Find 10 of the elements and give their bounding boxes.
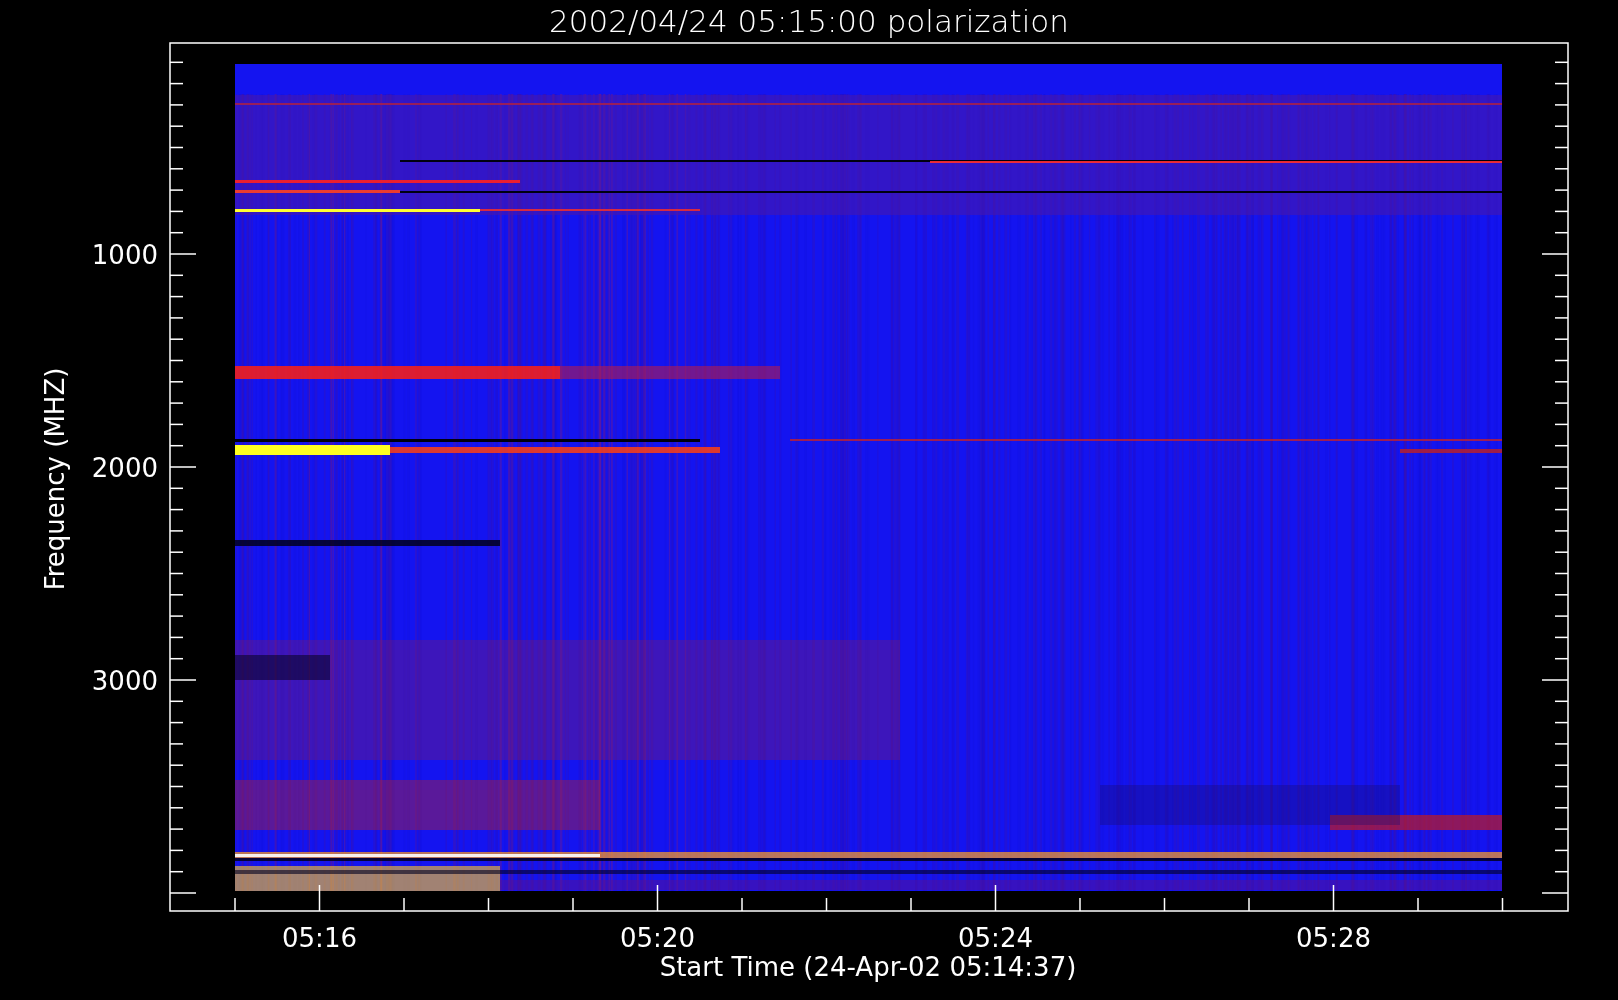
x-tick-label: 05:16 (282, 923, 357, 953)
x-tick-label: 05:28 (1296, 923, 1371, 953)
x-axis-label: Start Time (24-Apr-02 05:14:37) (659, 952, 1077, 982)
y-tick-label: 3000 (91, 666, 158, 696)
plot-title: 2002/04/24 05:15:00 polarization (549, 3, 1069, 39)
x-tick-label: 05:24 (958, 923, 1033, 953)
x-tick-label: 05:20 (620, 923, 695, 953)
y-tick-label: 2000 (91, 453, 158, 483)
y-tick-label: 1000 (91, 240, 158, 270)
y-axis-label: Frequency (MHZ) (40, 367, 70, 591)
